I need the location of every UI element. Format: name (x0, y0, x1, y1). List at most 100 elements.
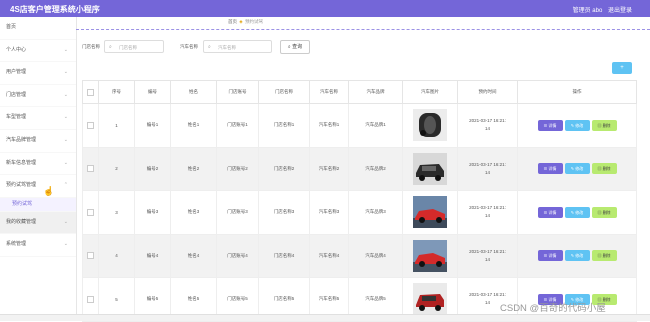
cell-store-account: 门店账号4 (216, 233, 259, 278)
delete-button[interactable]: ▥ 删除 (591, 250, 617, 262)
cell-actions: ☰ 详情 ✎ 修改 ▥ 删除 (517, 103, 637, 148)
sidebar-item-stores[interactable]: 门店管理 ⌄ (0, 85, 76, 108)
chevron-up-icon: ⌃ (63, 182, 68, 189)
sidebar-item-new-cars[interactable]: 新车信息管理 ⌄ (0, 153, 76, 176)
hand-cursor-icon: ☝ (43, 186, 55, 196)
edit-button[interactable]: ✎ 修改 (564, 250, 590, 262)
car-image (413, 196, 447, 229)
cell-appointment-time: 2021-03-17 16:21: 14 (457, 190, 518, 235)
cell-actions: ☰ 详情 ✎ 修改 ▥ 删除 (517, 233, 637, 278)
table-header-row: 序号 编号 姓名 门店账号 门店名称 汽车名称 汽车品牌 汽车图片 预约时间 操… (82, 80, 637, 104)
breadcrumb-bar: 首页 ◈ 预约试驾 (76, 17, 650, 30)
table-row: 3 编号3 姓名3 门店账号3 门店名称3 汽车名称3 汽车品牌3 2021-0… (82, 190, 637, 235)
breadcrumb-home[interactable]: 首页 (228, 19, 237, 24)
chevron-down-icon: ⌄ (63, 91, 68, 98)
add-button[interactable]: + (612, 62, 632, 74)
top-bar: 4S店客户管理系统小程序 管理员 abo 退出登录 (0, 0, 650, 17)
row-checkbox[interactable] (82, 103, 99, 148)
cell-code: 编号2 (134, 146, 171, 191)
watermark: CSDN @百奇的代码小屋 (500, 303, 606, 314)
car-image (413, 109, 447, 142)
breadcrumb: 首页 ◈ 预约试驾 (228, 19, 263, 25)
chevron-down-icon: ⌄ (63, 114, 68, 121)
detail-button[interactable]: ☰ 详情 (537, 119, 563, 131)
sidebar-item-test-drive-management[interactable]: 预约试驾管理 ⌃ (0, 175, 76, 198)
search-button[interactable]: ⌕ 查询 (280, 40, 310, 54)
column-header: 姓名 (170, 80, 217, 104)
sidebar-item-car-brands[interactable]: 汽车品牌管理 ⌄ (0, 130, 76, 153)
current-user: 管理员 abo (572, 8, 603, 14)
detail-button[interactable]: ☰ 详情 (537, 206, 563, 218)
column-header: 操作 (517, 80, 637, 104)
breadcrumb-current: 预约试驾 (245, 19, 263, 24)
cell-actions: ☰ 详情 ✎ 修改 ▥ 删除 (517, 190, 637, 235)
detail-button[interactable]: ☰ 详情 (537, 163, 563, 175)
sidebar: 首页 个人中心 ⌄ 用户管理 ⌄ 门店管理 ⌄ 车型管理 ⌄ 汽车品牌管理 ⌄ 新车信息管… (0, 17, 77, 320)
sidebar-item-favorites[interactable]: 我的收藏管理 ⌄ (0, 211, 76, 235)
column-header: 编号 (134, 80, 171, 104)
edit-button[interactable]: ✎ 修改 (564, 163, 590, 175)
chevron-down-icon: ⌄ (63, 241, 68, 248)
cell-car-name: 汽车名称4 (309, 233, 349, 278)
cell-actions: ☰ 详情 ✎ 修改 ▥ 删除 (517, 146, 637, 191)
chevron-down-icon: ⌄ (63, 159, 68, 166)
cell-car-name: 汽车名称1 (309, 103, 349, 148)
chevron-down-icon: ⌄ (63, 136, 68, 143)
sidebar-item-car-models[interactable]: 车型管理 ⌄ (0, 107, 76, 130)
table-row: 2 编号2 姓名2 门店账号2 门店名称2 汽车名称2 汽车品牌2 2021-0… (82, 146, 637, 191)
cell-car-name: 汽车名称2 (309, 146, 349, 191)
sidebar-item-home[interactable]: 首页 (0, 17, 76, 40)
sidebar-item-system[interactable]: 系统管理 ⌄ (0, 234, 76, 257)
cell-index: 2 (98, 146, 135, 191)
cell-code: 编号1 (134, 103, 171, 148)
chevron-down-icon: ⌄ (63, 69, 68, 76)
cell-brand: 汽车品牌3 (348, 190, 403, 235)
cell-index: 3 (98, 190, 135, 235)
store-name-label: 门店名称 (82, 44, 100, 49)
cell-store-account: 门店账号2 (216, 146, 259, 191)
trophy-icon: ◈ (239, 19, 243, 24)
delete-button[interactable]: ▥ 删除 (591, 119, 617, 131)
car-image (413, 239, 447, 272)
cell-index: 1 (98, 103, 135, 148)
cell-car-image (402, 146, 458, 191)
sidebar-subitem-test-drive[interactable]: 预约试驾 (0, 197, 76, 212)
cell-car-image (402, 190, 458, 235)
select-all-checkbox[interactable] (82, 80, 99, 104)
sidebar-item-personal-center[interactable]: 个人中心 ⌄ (0, 40, 76, 63)
app-title: 4S店客户管理系统小程序 (10, 5, 100, 14)
car-image (413, 152, 447, 185)
cell-index: 4 (98, 233, 135, 278)
cell-brand: 汽车品牌2 (348, 146, 403, 191)
delete-button[interactable]: ▥ 删除 (591, 206, 617, 218)
edit-button[interactable]: ✎ 修改 (564, 119, 590, 131)
delete-button[interactable]: ▥ 删除 (591, 163, 617, 175)
store-name-input[interactable]: ⌕ 门店名称 (104, 40, 164, 53)
cell-car-image (402, 103, 458, 148)
sidebar-item-users[interactable]: 用户管理 ⌄ (0, 62, 76, 85)
row-checkbox[interactable] (82, 146, 99, 191)
column-header: 门店名称 (258, 80, 310, 104)
chevron-down-icon: ⌄ (63, 218, 68, 225)
detail-button[interactable]: ☰ 详情 (537, 250, 563, 262)
cell-appointment-time: 2021-03-17 16:21: 14 (457, 146, 518, 191)
cell-code: 编号3 (134, 190, 171, 235)
row-checkbox[interactable] (82, 233, 99, 278)
row-checkbox[interactable] (82, 190, 99, 235)
cell-appointment-time: 2021-03-17 16:21: 14 (457, 103, 518, 148)
edit-button[interactable]: ✎ 修改 (564, 206, 590, 218)
table-row: 4 编号4 姓名4 门店账号4 门店名称4 汽车名称4 汽车品牌4 2021-0… (82, 233, 637, 278)
column-header: 汽车名称 (309, 80, 349, 104)
logout-link[interactable]: 退出登录 (608, 8, 632, 14)
search-icon: ⌕ (109, 44, 112, 50)
column-header: 门店账号 (216, 80, 259, 104)
column-header: 汽车图片 (402, 80, 458, 104)
chevron-down-icon: ⌄ (63, 46, 68, 53)
car-name-input[interactable]: ⌕ 汽车名称 (203, 40, 272, 53)
cell-name: 姓名1 (170, 103, 217, 148)
user-area: 管理员 abo 退出登录 (569, 5, 632, 14)
cell-store-name: 门店名称1 (258, 103, 310, 148)
column-header: 预约时间 (457, 80, 518, 104)
column-header: 汽车品牌 (348, 80, 403, 104)
cell-car-name: 汽车名称3 (309, 190, 349, 235)
